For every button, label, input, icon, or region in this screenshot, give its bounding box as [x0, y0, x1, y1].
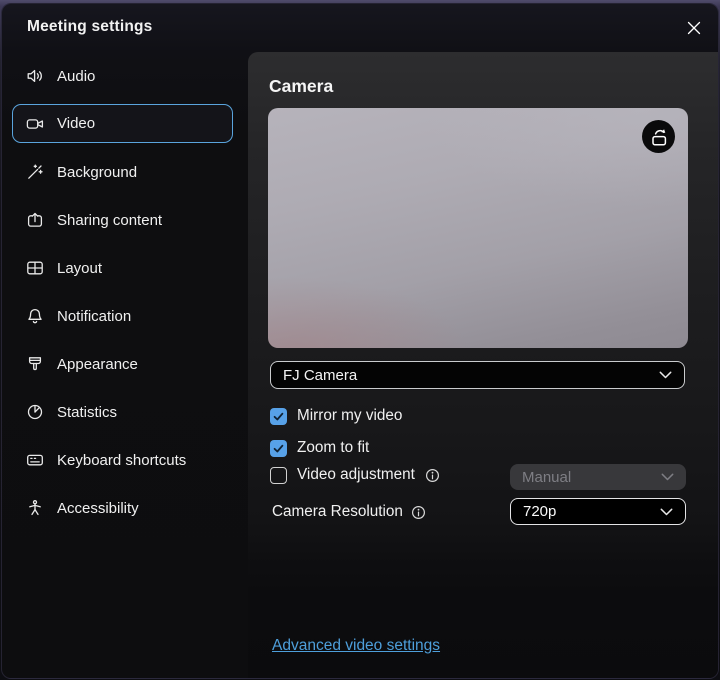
sidebar-item-accessibility[interactable]: Accessibility [2, 484, 248, 532]
sidebar-item-background[interactable]: Background [2, 148, 248, 196]
sidebar-item-label: Notification [57, 308, 131, 325]
video-settings-panel: Camera FJ Camera [248, 52, 718, 678]
paintbrush-icon [26, 355, 44, 373]
sidebar-item-keyboard-shortcuts[interactable]: Keyboard shortcuts [2, 436, 248, 484]
bell-icon [26, 307, 44, 325]
video-adjustment-option: Video adjustment [270, 465, 440, 485]
advanced-video-settings-link[interactable]: Advanced video settings [272, 637, 440, 655]
camera-resolution-row: Camera Resolution [272, 502, 426, 522]
camera-preview [268, 108, 688, 348]
flip-camera-icon [646, 124, 672, 150]
video-adjustment-label: Video adjustment [297, 466, 415, 484]
zoom-to-fit-option: Zoom to fit [270, 438, 369, 458]
layout-grid-icon [26, 259, 44, 277]
sidebar-item-statistics[interactable]: Statistics [2, 388, 248, 436]
sidebar-item-label: Video [57, 115, 95, 132]
sidebar-item-label: Statistics [57, 404, 117, 421]
sidebar-item-label: Accessibility [57, 500, 139, 517]
sidebar-item-label: Background [57, 164, 137, 181]
video-adjustment-checkbox[interactable] [270, 467, 287, 484]
camera-resolution-value: 720p [523, 503, 556, 520]
chevron-down-icon [661, 473, 674, 481]
chevron-down-icon [659, 371, 672, 379]
sidebar-item-label: Audio [57, 68, 95, 85]
sidebar-item-label: Layout [57, 260, 102, 277]
mirror-video-checkbox[interactable] [270, 408, 287, 425]
magic-wand-icon [26, 163, 44, 181]
flip-camera-button[interactable] [642, 120, 675, 153]
section-heading: Camera [269, 76, 333, 97]
camera-device-value: FJ Camera [283, 367, 357, 384]
zoom-to-fit-checkbox[interactable] [270, 440, 287, 457]
info-icon[interactable] [411, 505, 426, 520]
camera-resolution-select[interactable]: 720p [510, 498, 686, 525]
meeting-settings-dialog: Meeting settings Audio Video [1, 3, 719, 679]
chevron-down-icon [660, 508, 673, 516]
sidebar-item-sharing-content[interactable]: Sharing content [2, 196, 248, 244]
gauge-icon [26, 403, 44, 421]
accessibility-icon [26, 499, 44, 517]
close-button[interactable] [683, 17, 705, 39]
info-icon[interactable] [425, 468, 440, 483]
sidebar-item-video[interactable]: Video [12, 104, 233, 143]
sidebar-item-layout[interactable]: Layout [2, 244, 248, 292]
share-icon [26, 211, 44, 229]
keyboard-icon [26, 451, 44, 469]
mirror-video-option: Mirror my video [270, 406, 402, 426]
sidebar-item-notification[interactable]: Notification [2, 292, 248, 340]
sidebar-item-label: Keyboard shortcuts [57, 452, 186, 469]
video-camera-icon [26, 115, 44, 133]
video-adjustment-mode-value: Manual [522, 469, 571, 486]
mirror-video-label: Mirror my video [297, 407, 402, 425]
sidebar-item-label: Sharing content [57, 212, 162, 229]
sidebar-item-appearance[interactable]: Appearance [2, 340, 248, 388]
close-icon [687, 21, 701, 35]
camera-resolution-label: Camera Resolution [272, 503, 403, 521]
zoom-to-fit-label: Zoom to fit [297, 439, 369, 457]
sidebar-item-label: Appearance [57, 356, 138, 373]
dialog-title: Meeting settings [27, 18, 153, 36]
video-adjustment-mode-select[interactable]: Manual [510, 464, 686, 490]
camera-device-select[interactable]: FJ Camera [270, 361, 685, 389]
speaker-icon [26, 67, 44, 85]
sidebar-item-audio[interactable]: Audio [2, 52, 248, 100]
